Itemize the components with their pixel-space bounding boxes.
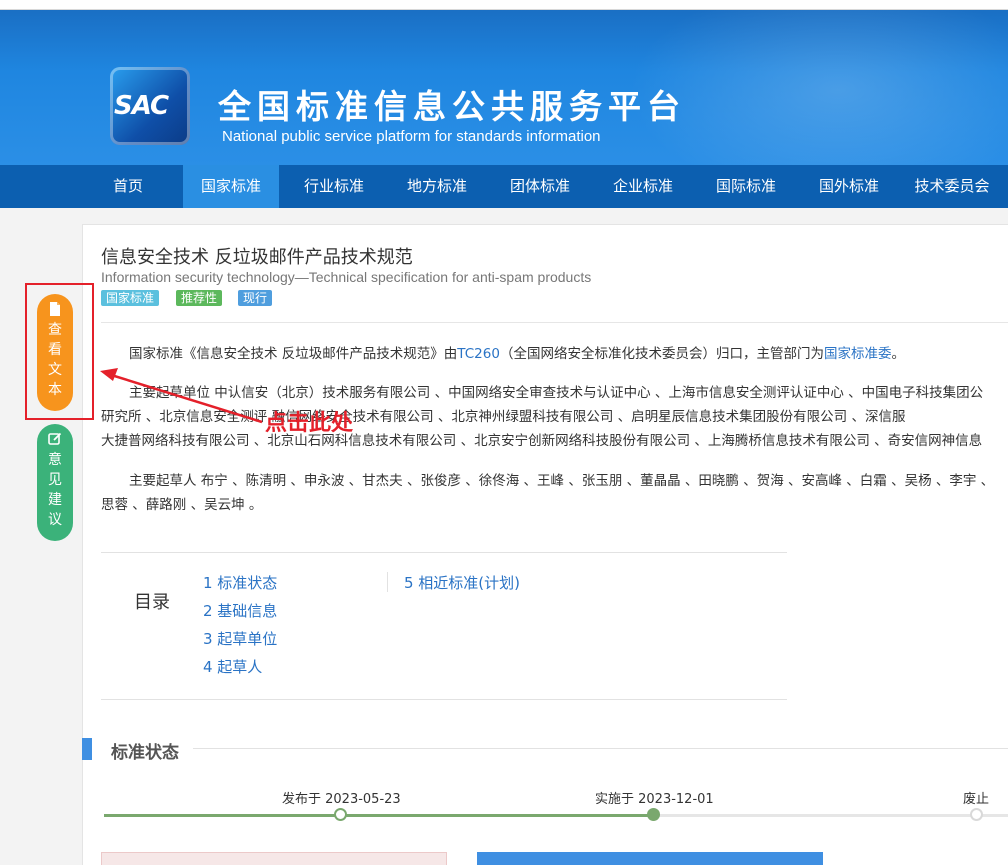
- drafting-units-text: 主要起草单位 中认信安（北京）技术服务有限公司 、中国网络安全审查技术与认证中心…: [129, 385, 984, 401]
- highlight-box: [25, 283, 94, 420]
- tag-national-standard: 国家标准: [101, 290, 160, 306]
- nav-item-international-standards[interactable]: 国际标准: [698, 165, 794, 208]
- status-section-title: 标准状态: [111, 743, 179, 763]
- click-here-annotation: 点击此处: [265, 411, 354, 436]
- sac-logo[interactable]: SAC: [110, 67, 190, 145]
- feedback-button[interactable]: 意 见 建 议: [37, 424, 73, 541]
- nav-item-enterprise-standards[interactable]: 企业标准: [595, 165, 691, 208]
- timeline-implemented-label: 实施于 2023-12-01: [595, 792, 714, 807]
- toc-item-basic-info[interactable]: 2 基础信息: [203, 600, 277, 621]
- toc-item-drafters[interactable]: 4 起草人: [203, 656, 262, 677]
- tc260-link[interactable]: TC260: [457, 346, 500, 362]
- content-card: [82, 224, 1008, 865]
- logo-text: SAC: [114, 91, 169, 121]
- intro-suffix: 。: [891, 346, 905, 362]
- nav-item-technical-committees[interactable]: 技术委员会: [904, 165, 1000, 208]
- intro-paragraph: 国家标准《信息安全技术 反垃圾邮件产品技术规范》由TC260（全国网络安全标准化…: [101, 343, 1008, 366]
- status-panel-right: [477, 852, 823, 865]
- toc-heading: 目录: [134, 592, 170, 613]
- toc-column-divider: [387, 572, 388, 592]
- feedback-label-3: 建: [48, 492, 62, 508]
- drafting-units-line-3: 大捷普网络科技有限公司 、北京山石网科信息技术有限公司 、北京安宁创新网络科技股…: [101, 433, 983, 449]
- site-title: 全国标准信息公共服务平台: [218, 87, 686, 126]
- section-marker: [82, 738, 92, 760]
- feedback-label-1: 意: [48, 452, 62, 468]
- nav-item-national-standards[interactable]: 国家标准: [183, 165, 279, 208]
- nav-item-group-standards[interactable]: 团体标准: [492, 165, 588, 208]
- edit-icon: [48, 432, 62, 445]
- toc-item-status[interactable]: 1 标准状态: [203, 572, 277, 593]
- timeline-published-label: 发布于 2023-05-23: [282, 792, 401, 807]
- nav-item-local-standards[interactable]: 地方标准: [389, 165, 485, 208]
- standard-english-title: Information security technology—Technica…: [101, 269, 592, 285]
- tag-current: 现行: [238, 290, 273, 306]
- drafters-line-1: 主要起草人 布宁 、陈清明 、申永波 、甘杰夫 、张俊彦 、徐佟海 、王峰 、张…: [101, 470, 1008, 493]
- toc-item-drafting-units[interactable]: 3 起草单位: [203, 628, 277, 649]
- timeline-dot-implemented: [647, 808, 660, 821]
- intro-prefix: 国家标准《信息安全技术 反垃圾邮件产品技术规范》由: [129, 346, 458, 362]
- divider: [101, 322, 1008, 323]
- timeline-dot-abolished: [970, 808, 983, 821]
- drafting-units-line-1: 主要起草单位 中认信安（北京）技术服务有限公司 、中国网络安全审查技术与认证中心…: [101, 382, 1008, 405]
- nav-item-industry-standards[interactable]: 行业标准: [286, 165, 382, 208]
- nav-item-home[interactable]: 首页: [100, 165, 156, 208]
- timeline-progress: [104, 814, 655, 817]
- feedback-label-2: 见: [48, 472, 62, 488]
- department-link[interactable]: 国家标准委: [824, 346, 892, 362]
- status-panel-left: [101, 852, 447, 865]
- toc-item-similar-standards[interactable]: 5 相近标准(计划): [404, 572, 520, 593]
- main-nav: 首页 国家标准 行业标准 地方标准 团体标准 企业标准 国际标准 国外标准 技术…: [0, 165, 1008, 208]
- feedback-label-4: 议: [48, 512, 62, 528]
- drafting-units-line-2: 研究所 、北京信息安全测评 融信网络安全技术有限公司 、北京神州绿盟科技有限公司…: [101, 409, 906, 425]
- drafters-line-2: 思蓉 、薛路刚 、吴云坤 。: [101, 497, 263, 513]
- browser-top-strip: [0, 0, 1008, 10]
- site-subtitle: National public service platform for sta…: [222, 128, 601, 145]
- section-divider: [193, 748, 1008, 749]
- site-banner: SAC 全国标准信息公共服务平台 National public service…: [0, 10, 1008, 165]
- standard-title: 信息安全技术 反垃圾邮件产品技术规范: [101, 247, 413, 268]
- timeline-abolished-label: 废止: [963, 792, 990, 807]
- nav-item-foreign-standards[interactable]: 国外标准: [801, 165, 897, 208]
- tag-recommended: 推荐性: [176, 290, 223, 306]
- drafters-text: 主要起草人 布宁 、陈清明 、申永波 、甘杰夫 、张俊彦 、徐佟海 、王峰 、张…: [129, 473, 995, 489]
- intro-middle: （全国网络安全标准化技术委员会）归口，主管部门为: [499, 346, 824, 362]
- timeline-dot-published: [334, 808, 347, 821]
